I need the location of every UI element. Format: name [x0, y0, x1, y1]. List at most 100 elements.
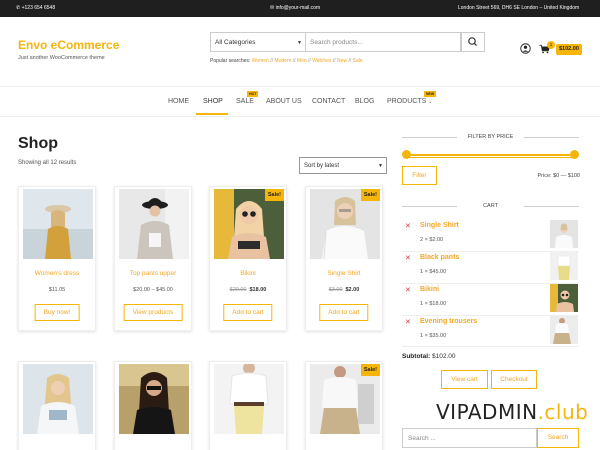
nav-about-us[interactable]: ABOUT US [266, 98, 302, 105]
product-image[interactable] [23, 189, 93, 259]
product-card[interactable]: Sale! Single Shirt $3.00 $2.00 Add to car… [305, 186, 383, 331]
cart-item-name[interactable]: Single Shirt [420, 222, 459, 229]
cart-total-badge[interactable]: $102.00 [556, 44, 582, 55]
sale-price: $2.00 [345, 287, 360, 293]
cart-item-name[interactable]: Bikini [420, 286, 439, 293]
cart-item-thumb[interactable] [550, 316, 578, 344]
product-name[interactable]: Women's dress [19, 270, 95, 277]
product-card[interactable] [18, 361, 96, 450]
product-card[interactable]: Sale! [305, 361, 383, 450]
new-badge: NEW [424, 91, 437, 97]
category-select[interactable]: All Categories ▼ [210, 32, 306, 52]
old-price: $20.00 [229, 287, 247, 293]
user-account-icon[interactable] [520, 43, 531, 54]
price-slider-min-handle[interactable] [402, 150, 411, 159]
cart-item-qty: 1 × $45.00 [420, 269, 447, 275]
nav-products[interactable]: PRODUCTS ⌄ [387, 98, 432, 105]
search-icon [468, 37, 477, 46]
cart-heading: CART [402, 203, 579, 209]
product-name[interactable]: Top pants upper [115, 270, 191, 277]
product-image[interactable] [119, 189, 189, 259]
nav-shop[interactable]: SHOP [203, 98, 223, 105]
add-to-cart-button[interactable]: Add to cart [223, 304, 273, 321]
main-nav: HOME SHOP SALE ABOUT US CONTACT BLOG PRO… [0, 86, 600, 117]
product-image[interactable] [23, 364, 93, 434]
site-title[interactable]: Envo eCommerce [18, 38, 119, 52]
cart-item-name[interactable]: Black pants [420, 254, 459, 261]
cart-item-thumb[interactable] [550, 252, 578, 280]
nav-products-label: PRODUCTS [387, 98, 427, 105]
sale-badge: Sale! [360, 189, 380, 201]
popular-link[interactable]: New [337, 58, 347, 64]
result-count: Showing all 12 results [18, 160, 77, 166]
product-card[interactable] [209, 361, 287, 450]
price-slider-max-handle[interactable] [570, 150, 579, 159]
email-info[interactable]: ✉ info@your-mail.com [270, 5, 320, 11]
sort-select[interactable]: Sort by latest ▼ [299, 157, 387, 174]
remove-item-icon[interactable]: ✕ [405, 286, 411, 294]
cart-item-qty: 2 × $2.00 [420, 237, 444, 243]
product-price: $20.00 $18.00 [210, 287, 286, 293]
product-price: $11.05 [19, 287, 95, 293]
buy-now-button[interactable]: Buy now! [34, 304, 80, 321]
product-image[interactable] [119, 364, 189, 434]
sale-badge: Sale! [360, 364, 380, 376]
product-image[interactable] [214, 364, 284, 434]
product-card[interactable]: Sale! Bikini $20.00 $18.00 Add to cart [209, 186, 287, 331]
nav-home[interactable]: HOME [168, 98, 189, 105]
product-price: $3.00 $2.00 [306, 287, 382, 293]
nav-sale[interactable]: SALE [236, 98, 254, 105]
nav-blog[interactable]: BLOG [355, 98, 374, 105]
product-search-input[interactable]: Search products... [306, 32, 461, 52]
product-name[interactable]: Single Shirt [306, 270, 382, 277]
cart-count-badge: 1 [547, 41, 555, 49]
watermark-suffix: .club [537, 400, 589, 424]
cart-item-name[interactable]: Evening trousers [420, 318, 477, 325]
popular-link[interactable]: Men [297, 58, 307, 64]
price-range-text: Price: $0 — $100 [537, 173, 581, 179]
page-title: Shop [18, 135, 58, 152]
watermark: VIPADMIN.club [436, 400, 588, 424]
view-products-button[interactable]: View products [123, 304, 183, 321]
price-slider-track[interactable] [406, 154, 575, 156]
cart-item-qty: 1 × $18.00 [420, 301, 447, 307]
remove-item-icon[interactable]: ✕ [405, 222, 411, 230]
chevron-down-icon: ▼ [297, 40, 302, 46]
popular-link[interactable]: Women [252, 58, 269, 64]
price-slider-track-shadow [406, 157, 575, 158]
product-card[interactable]: Top pants upper $20.00 – $45.00 View pro… [114, 186, 192, 331]
popular-link[interactable]: Watches [312, 58, 331, 64]
remove-item-icon[interactable]: ✕ [405, 254, 411, 262]
phone-text: +123 654 6548 [21, 5, 56, 11]
price-value: $11.05 [48, 287, 66, 293]
watermark-main: VIPADMIN [436, 400, 538, 424]
email-text[interactable]: info@your-mail.com [276, 5, 321, 11]
cart-item-thumb[interactable] [550, 284, 578, 312]
cart-item-thumb[interactable] [550, 220, 578, 248]
chevron-down-icon: ▼ [378, 163, 383, 169]
popular-link[interactable]: Modern [274, 58, 291, 64]
search-button[interactable] [461, 32, 485, 52]
subtotal-value: $102.00 [431, 353, 456, 360]
sale-price: $18.00 [249, 287, 267, 293]
sort-select-value: Sort by latest [304, 163, 340, 169]
nav-contact[interactable]: CONTACT [312, 98, 345, 105]
sidebar-search-button[interactable]: Search [537, 428, 579, 448]
product-card[interactable]: Women's dress $11.05 Buy now! [18, 186, 96, 331]
active-nav-indicator [196, 113, 228, 115]
add-to-cart-button[interactable]: Add to cart [319, 304, 369, 321]
phone-info: ✆ +123 654 6548 [16, 5, 55, 11]
filter-button[interactable]: Filter [402, 166, 437, 185]
product-card[interactable] [114, 361, 192, 450]
product-name[interactable]: Bikini [210, 270, 286, 277]
category-select-value: All Categories [215, 39, 256, 46]
hot-badge: HOT [247, 91, 259, 97]
old-price: $3.00 [328, 287, 343, 293]
popular-link[interactable]: Sale [353, 58, 363, 64]
view-cart-button[interactable]: View cart [441, 370, 488, 389]
sidebar-search-input[interactable]: Search ... [402, 428, 537, 448]
checkout-button[interactable]: Checkout [491, 370, 537, 389]
remove-item-icon[interactable]: ✕ [405, 318, 411, 326]
price-value: $20.00 – $45.00 [133, 287, 173, 293]
address-text: London Street 569, DH6 SE London – Unite… [458, 5, 580, 11]
